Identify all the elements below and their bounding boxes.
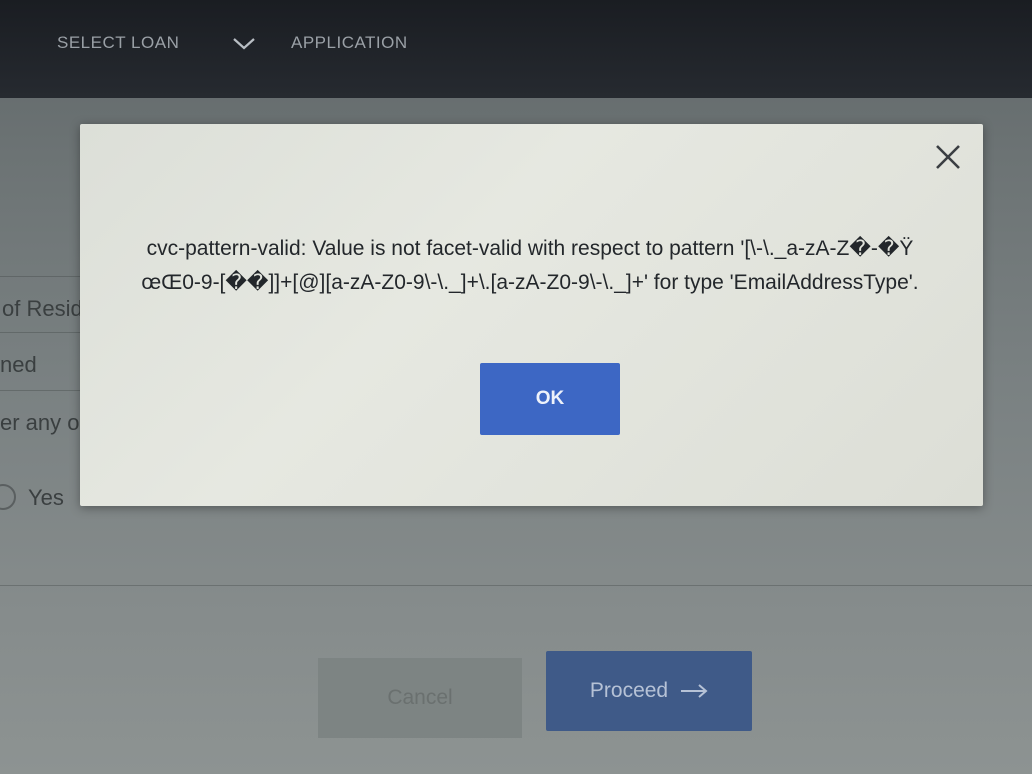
- form-divider: [0, 585, 1032, 586]
- error-message: cvc-pattern-valid: Value is not facet-va…: [141, 237, 919, 294]
- owned-label: ned: [0, 352, 37, 377]
- step-select-loan[interactable]: SELECT LOAN: [57, 33, 179, 53]
- error-dialog: cvc-pattern-valid: Value is not facet-va…: [80, 124, 983, 506]
- residence-label: of Resid: [2, 296, 83, 321]
- form-divider: [0, 276, 80, 277]
- close-icon[interactable]: [933, 142, 963, 172]
- yes-option-label: Yes: [28, 485, 64, 510]
- top-stepper-bar: SELECT LOAN APPLICATION: [0, 0, 1032, 98]
- any-other-label: er any o: [0, 410, 80, 435]
- chevron-down-icon: [233, 38, 255, 50]
- form-divider: [0, 390, 80, 391]
- ok-button[interactable]: OK: [480, 363, 620, 435]
- cancel-button[interactable]: Cancel: [318, 658, 522, 738]
- yes-radio-button[interactable]: [0, 484, 16, 510]
- step-application[interactable]: APPLICATION: [291, 33, 408, 53]
- arrow-right-icon: [681, 684, 708, 698]
- proceed-button-label: Proceed: [589, 679, 669, 702]
- proceed-button[interactable]: Proceed: [546, 651, 752, 731]
- form-divider: [0, 332, 80, 333]
